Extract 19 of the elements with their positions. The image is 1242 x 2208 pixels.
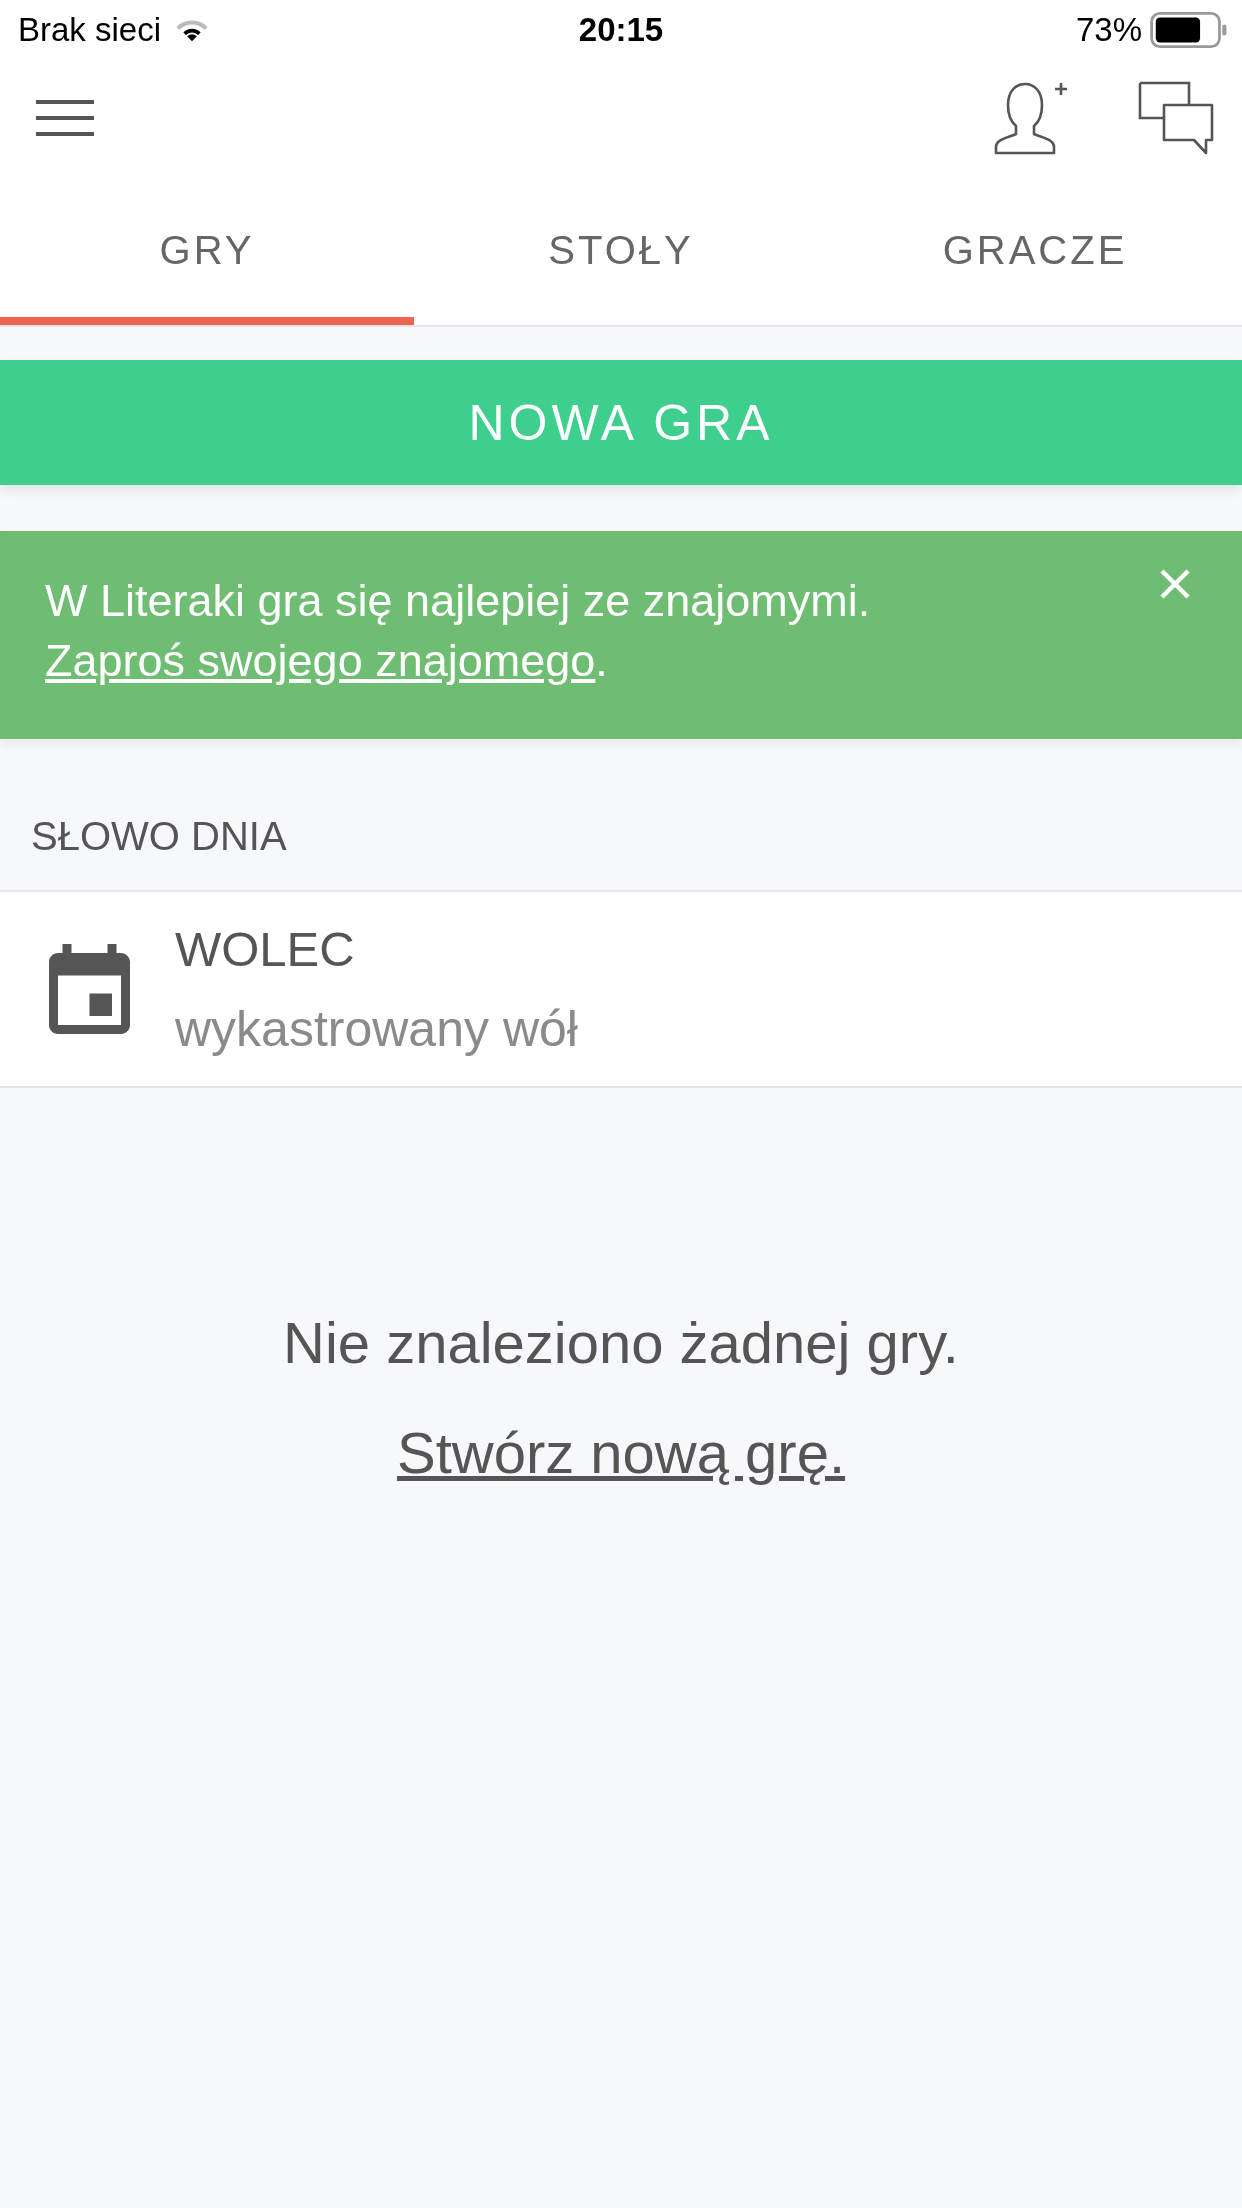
create-game-link[interactable]: Stwórz nową grę. <box>396 1420 846 1486</box>
add-person-icon <box>992 80 1068 155</box>
carrier-name: Brak sieci <box>18 11 162 49</box>
battery-icon <box>1150 12 1228 48</box>
clock-time: 20:15 <box>578 11 664 49</box>
battery-percent: 73% <box>1075 11 1142 49</box>
wifi-icon <box>175 18 210 42</box>
menu-icon <box>36 99 94 136</box>
word-title: WOLEC <box>175 921 356 977</box>
menu-button[interactable] <box>36 99 94 136</box>
add-friend-button[interactable] <box>992 80 1068 155</box>
chat-button[interactable] <box>1138 80 1214 155</box>
chat-icon <box>1138 80 1214 155</box>
close-icon <box>1160 569 1190 599</box>
section-heading: SŁOWO DNIA <box>31 814 287 859</box>
invite-message: W Literaki gra się najlepiej ze znajomymi. Zaproś swojego znajomego. <box>45 574 872 688</box>
word-definition: wykastrowany wół <box>175 1001 578 1057</box>
calendar-icon <box>49 944 130 1034</box>
empty-message: Nie znaleziono żadnej gry. <box>283 1310 959 1376</box>
